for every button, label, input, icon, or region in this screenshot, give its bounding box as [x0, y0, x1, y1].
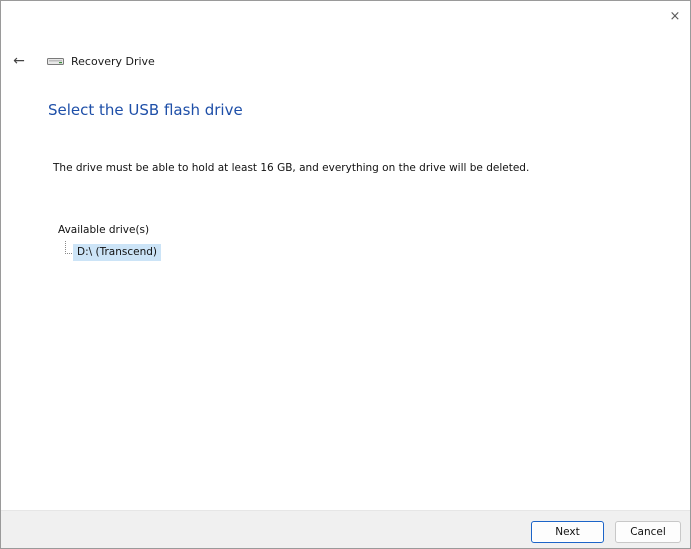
cancel-button[interactable]: Cancel [615, 521, 681, 543]
back-button[interactable]: ← [9, 51, 29, 71]
title-area: Recovery Drive [47, 51, 155, 71]
footer-bar: Next Cancel [1, 510, 690, 548]
page-heading: Select the USB flash drive [48, 101, 243, 119]
next-button[interactable]: Next [531, 521, 604, 543]
available-drives-label: Available drive(s) [58, 224, 150, 236]
drive-item-d[interactable]: D:\ (Transcend) [73, 244, 161, 261]
drive-tree: D:\ (Transcend) [63, 238, 183, 262]
tree-connector [65, 241, 72, 254]
window-title: Recovery Drive [71, 54, 155, 68]
recovery-drive-window: × ← Recovery Drive Select the USB flash … [0, 0, 691, 549]
close-button[interactable]: × [660, 1, 690, 31]
close-icon: × [669, 8, 681, 24]
drive-icon [47, 55, 65, 67]
back-arrow-icon: ← [13, 53, 25, 69]
description-text: The drive must be able to hold at least … [53, 162, 530, 174]
window-header: ← Recovery Drive [1, 41, 690, 81]
